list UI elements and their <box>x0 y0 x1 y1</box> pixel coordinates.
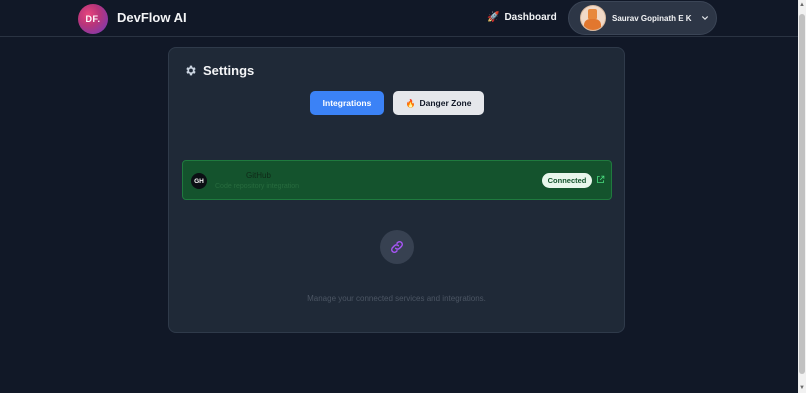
tab-danger-zone[interactable]: 🔥 Danger Zone <box>393 91 484 115</box>
vertical-scrollbar[interactable]: ▲ ▼ <box>798 0 806 393</box>
gear-icon <box>186 65 196 76</box>
chevron-down-icon[interactable] <box>700 13 710 23</box>
settings-panel: Settings Integrations 🔥 Danger Zone GH G… <box>168 47 625 333</box>
scroll-up-icon[interactable]: ▲ <box>798 0 806 10</box>
avatar <box>580 5 606 31</box>
dashboard-label: Dashboard <box>504 12 557 23</box>
page-title: Settings <box>184 63 254 78</box>
top-header: DF. DevFlow AI 🚀 Dashboard Saurav Gopina… <box>0 0 806 37</box>
external-link-icon[interactable] <box>596 175 605 184</box>
integration-row-github[interactable]: GH GitHub Code repository integration Co… <box>182 160 612 200</box>
scroll-down-icon[interactable]: ▼ <box>798 383 806 393</box>
user-menu-button[interactable]: Saurav Gopinath E K <box>568 1 717 35</box>
brand-name: DevFlow AI <box>117 10 187 25</box>
flame-icon: 🔥 <box>405 98 416 108</box>
rocket-icon: 🚀 <box>487 12 500 23</box>
github-avatar: GH <box>191 173 207 189</box>
dashboard-link[interactable]: 🚀 Dashboard <box>487 12 557 23</box>
tab-integrations-label: Integrations <box>322 98 372 108</box>
settings-title: Settings <box>203 63 255 78</box>
empty-state-text: Manage your connected services and integ… <box>307 294 486 303</box>
tab-integrations[interactable]: Integrations <box>310 91 384 115</box>
tab-danger-zone-label: Danger Zone <box>419 98 472 108</box>
integration-name: GitHub <box>246 171 271 180</box>
settings-tabs: Integrations 🔥 Danger Zone <box>310 91 484 115</box>
link-icon <box>380 230 414 264</box>
user-name: Saurav Gopinath E K <box>612 13 692 23</box>
logo[interactable]: DF. <box>78 4 108 34</box>
scrollbar-thumb[interactable] <box>799 14 805 374</box>
status-badge: Connected <box>542 173 592 188</box>
logo-text: DF. <box>85 14 101 24</box>
integration-description: Code repository integration <box>215 183 300 190</box>
